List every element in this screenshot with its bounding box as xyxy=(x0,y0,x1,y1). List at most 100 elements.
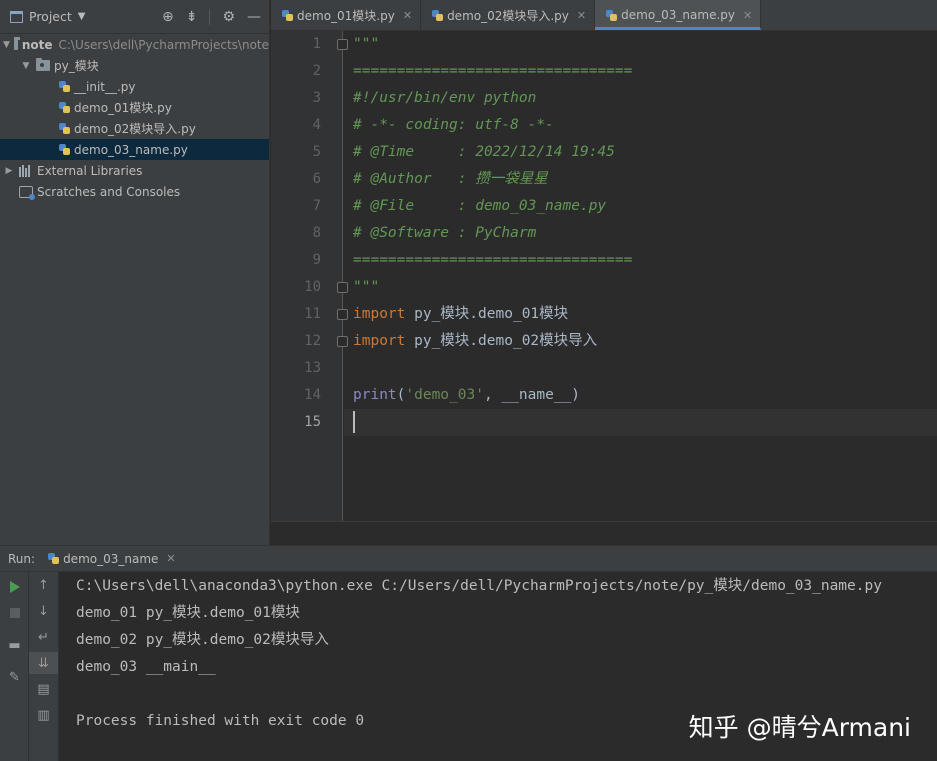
expand-arrow-icon[interactable]: ▼ xyxy=(20,61,32,71)
tab-label: demo_02模块导入.py xyxy=(447,8,569,23)
folder-icon xyxy=(13,37,20,50)
code-text: py_模块.demo_02模块导入 xyxy=(405,333,598,349)
close-icon[interactable]: ✕ xyxy=(577,9,586,22)
line-number: 3 xyxy=(312,90,321,106)
hide-icon[interactable]: — xyxy=(247,9,261,25)
line-number: 12 xyxy=(304,333,321,349)
tree-item-external-libraries[interactable]: ▶ External Libraries xyxy=(0,160,269,181)
code-text: ) xyxy=(571,387,581,403)
tree-item-label: __init__.py xyxy=(74,79,136,94)
gear-icon[interactable]: ⚙ xyxy=(222,9,235,25)
keyword: import xyxy=(353,306,406,322)
tree-item-demo-02[interactable]: demo_02模块导入.py xyxy=(0,118,269,139)
layout-button[interactable]: ▬ xyxy=(0,634,29,656)
clear-button[interactable]: ▥ xyxy=(29,704,58,726)
collapse-icon[interactable]: ⇟ xyxy=(186,9,198,25)
console-line: demo_01 py_模块.demo_01模块 xyxy=(76,605,300,621)
expand-arrow-icon[interactable]: ▶ xyxy=(3,166,15,176)
keyword: import xyxy=(353,333,406,349)
tab-label: demo_01模块.py xyxy=(297,8,395,23)
print-icon: ▤ xyxy=(37,681,50,697)
tab-label: demo_03_name.py xyxy=(621,8,735,22)
watermark: 知乎 @晴兮Armani xyxy=(688,713,911,742)
current-line-highlight xyxy=(344,409,937,436)
run-tab[interactable]: demo_03_name ✕ xyxy=(47,552,176,566)
rerun-button[interactable] xyxy=(0,576,29,598)
text-caret xyxy=(353,411,355,433)
pin-button[interactable]: ✎ xyxy=(0,666,29,688)
string-literal: 'demo_03' xyxy=(405,387,484,403)
tree-item-demo-01[interactable]: demo_01模块.py xyxy=(0,97,269,118)
project-view-selector[interactable]: Project xyxy=(29,9,72,24)
fold-marker-icon[interactable] xyxy=(337,309,348,320)
line-number: 8 xyxy=(312,225,321,241)
tree-item-label: demo_02模块导入.py xyxy=(74,122,196,136)
tree-item-label: External Libraries xyxy=(37,163,143,178)
run-toolbar-primary: ▬ ✎ xyxy=(0,572,29,761)
line-number: 6 xyxy=(312,171,321,187)
scroll-up-button[interactable]: ↑ xyxy=(29,574,58,596)
stop-icon xyxy=(9,608,20,618)
tree-item-scratches[interactable]: Scratches and Consoles xyxy=(0,181,269,202)
line-number-gutter: 1 2 3 4 5 6 7 8 9 10 11 12 13 14 15 xyxy=(271,31,343,521)
tree-item-label: demo_03_name.py xyxy=(74,142,188,157)
wrap-icon: ↵ xyxy=(38,629,49,645)
console-line: demo_03 __main__ xyxy=(76,659,216,675)
scroll-down-button[interactable]: ↓ xyxy=(29,600,58,622)
tree-item-label: Scratches and Consoles xyxy=(37,184,181,199)
tab-demo-03[interactable]: demo_03_name.py ✕ xyxy=(595,0,762,30)
console-line: C:\Users\dell\anaconda3\python.exe C:/Us… xyxy=(76,578,882,594)
scratch-icon xyxy=(19,185,35,200)
fold-marker-icon[interactable] xyxy=(337,336,348,347)
line-number: 15 xyxy=(304,414,321,430)
python-file-icon xyxy=(58,143,71,156)
code-line: """ xyxy=(353,36,380,52)
line-number: 4 xyxy=(312,117,321,133)
stop-button[interactable] xyxy=(0,602,29,624)
scroll-end-icon: ⇊ xyxy=(38,655,49,671)
code-line: ================================ xyxy=(353,63,633,79)
code-line: """ xyxy=(353,279,380,295)
run-icon xyxy=(9,581,20,593)
tree-item-label: note xyxy=(21,37,53,52)
scroll-to-end-button[interactable]: ⇊ xyxy=(29,652,58,674)
expand-arrow-icon[interactable]: ▼ xyxy=(3,40,10,50)
python-file-icon xyxy=(281,9,294,22)
tab-demo-02[interactable]: demo_02模块导入.py ✕ xyxy=(421,0,596,30)
console-line: Process finished with exit code 0 xyxy=(76,713,365,729)
line-number: 13 xyxy=(304,360,321,376)
python-file-icon xyxy=(58,101,71,114)
editor: demo_01模块.py ✕ demo_02模块导入.py ✕ demo_03_… xyxy=(271,0,937,545)
line-number: 7 xyxy=(312,198,321,214)
close-icon[interactable]: ✕ xyxy=(743,9,752,22)
dunder-name: __name__ xyxy=(501,387,572,403)
run-label: Run: xyxy=(8,551,36,566)
line-number: 2 xyxy=(312,63,321,79)
code-line: # @Time : 2022/12/14 19:45 xyxy=(353,144,615,160)
print-button[interactable]: ▤ xyxy=(29,678,58,700)
close-icon[interactable]: ✕ xyxy=(403,9,412,22)
close-icon[interactable]: ✕ xyxy=(166,552,175,565)
tree-item-demo-03[interactable]: demo_03_name.py xyxy=(0,139,269,160)
line-number: 14 xyxy=(304,387,321,403)
run-header: Run: demo_03_name ✕ xyxy=(0,546,937,572)
tree-item-py-module[interactable]: ▼ py_模块 xyxy=(0,55,269,76)
python-file-icon xyxy=(47,552,60,565)
tab-demo-01[interactable]: demo_01模块.py ✕ xyxy=(271,0,422,30)
python-file-icon xyxy=(605,9,618,22)
divider xyxy=(209,8,211,25)
code-area[interactable]: 1 2 3 4 5 6 7 8 9 10 11 12 13 14 15 """ … xyxy=(271,31,937,521)
fold-marker-icon[interactable] xyxy=(337,39,348,50)
pin-icon: ✎ xyxy=(9,669,20,685)
locate-icon[interactable]: ⊕ xyxy=(162,9,174,25)
tree-item-note[interactable]: ▼ note C:\Users\dell\PycharmProjects\not… xyxy=(0,34,269,55)
chevron-down-icon[interactable]: ▼ xyxy=(78,11,86,22)
soft-wrap-button[interactable]: ↵ xyxy=(29,626,58,648)
arrow-down-icon: ↓ xyxy=(38,603,49,619)
fold-marker-icon[interactable] xyxy=(337,282,348,293)
library-icon xyxy=(19,164,33,177)
tree-item-init[interactable]: __init__.py xyxy=(0,76,269,97)
project-pane: Project ▼ ⊕ ⇟ ⚙ — ▼ note C:\Users\dell\P… xyxy=(0,0,270,545)
line-number: 5 xyxy=(312,144,321,160)
layout-icon: ▬ xyxy=(8,637,21,653)
